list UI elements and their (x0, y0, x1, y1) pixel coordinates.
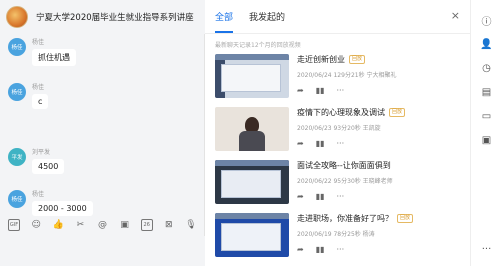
sender-name: 杨佳 (32, 39, 45, 46)
member-icon[interactable]: 👤 (480, 38, 493, 51)
at-icon[interactable]: @ (96, 219, 108, 231)
video-title[interactable]: 面试全攻略--让你面面俱到 (297, 160, 391, 171)
close-icon[interactable]: × (451, 9, 460, 22)
gif-icon[interactable]: GIF (8, 219, 21, 231)
thumbs-up-icon[interactable]: 👍 (52, 219, 64, 231)
chat-title: 宁夏大学2020届毕业生就业指导系列讲座 (36, 13, 194, 23)
chat-message: 杨佳 杨佳 抓住机遇 (8, 38, 76, 66)
emoji-icon[interactable]: ☺ (30, 219, 42, 231)
video-title[interactable]: 走进职场，你准备好了吗？ (297, 213, 393, 224)
share-icon[interactable]: ➦ (297, 139, 304, 148)
list-item[interactable]: 面试全攻略--让你面面俱到 2020/06/22 95分30秒 王晓峰老师 ➦ … (215, 160, 465, 210)
status-badge: 回放 (349, 55, 366, 64)
stats-icon[interactable]: ▮▮ (316, 245, 325, 254)
status-badge: 回放 (389, 108, 406, 117)
tab-bar: 全部 我发起的 (205, 0, 470, 34)
more-icon[interactable]: ··· (337, 86, 345, 95)
right-sidebar: ⓘ 👤 ◷ ▤ ▭ ▣ ··· (470, 0, 500, 266)
group-avatar[interactable] (6, 6, 28, 28)
video-meta: 2020/06/19 78分25秒 杨涛 (297, 231, 375, 238)
message-bubble[interactable]: 4500 (32, 159, 65, 174)
tab-initiated[interactable]: 我发起的 (249, 10, 285, 33)
chat-message: 杨佳 杨佳 c (8, 83, 49, 109)
list-item[interactable]: 走近创新创业 回放 2020/06/24 129分21秒 宁大相聚礼 ➦ ▮▮ ·… (215, 54, 465, 104)
message-input[interactable] (0, 236, 205, 266)
live-icon[interactable]: ▣ (480, 134, 493, 147)
video-thumbnail[interactable] (215, 160, 289, 204)
info-icon[interactable]: ⓘ (480, 14, 493, 28)
avatar[interactable]: 平发 (8, 148, 26, 166)
video-title[interactable]: 走近创新创业 (297, 54, 345, 65)
message-bubble[interactable]: 抓住机遇 (32, 49, 76, 66)
video-meta: 2020/06/24 129分21秒 宁大相聚礼 (297, 72, 397, 79)
sender-name: 刘平发 (32, 149, 51, 156)
video-thumbnail[interactable] (215, 213, 289, 257)
avatar[interactable]: 杨佳 (8, 190, 26, 208)
calendar-icon[interactable]: 26 (140, 219, 153, 231)
notice-text: 最新聊天记录12个月的回放视频 (215, 42, 301, 49)
more-icon[interactable]: ··· (337, 192, 345, 201)
video-title[interactable]: 疫情下的心理现象及调试 (297, 107, 385, 118)
stats-icon[interactable]: ▮▮ (316, 139, 325, 148)
avatar[interactable]: 杨佳 (8, 83, 26, 101)
chat-message: 平发 刘平发 4500 (8, 148, 65, 174)
history-icon[interactable]: ◷ (480, 62, 493, 75)
avatar[interactable]: 杨佳 (8, 38, 26, 56)
comment-icon[interactable]: ▭ (480, 110, 493, 123)
chat-panel: 宁夏大学2020届毕业生就业指导系列讲座 杨佳 杨佳 抓住机遇 杨佳 杨佳 c … (0, 0, 205, 266)
chat-header: 宁夏大学2020届毕业生就业指导系列讲座 (0, 0, 205, 34)
scissors-icon[interactable]: ✂ (74, 219, 86, 231)
stats-icon[interactable]: ▮▮ (316, 192, 325, 201)
list-item[interactable]: 疫情下的心理现象及调试 回放 2020/06/23 93分20秒 王凯旋 ➦ ▮▮… (215, 107, 465, 157)
hongbao-icon[interactable]: ⊠ (163, 219, 175, 231)
more-icon[interactable]: ··· (337, 139, 345, 148)
status-badge: 回放 (397, 214, 414, 223)
mic-icon[interactable]: 🎙 (185, 219, 197, 231)
video-meta: 2020/06/23 93分20秒 王凯旋 (297, 125, 381, 132)
share-icon[interactable]: ➦ (297, 192, 304, 201)
tab-all[interactable]: 全部 (215, 10, 234, 33)
more-icon[interactable]: ··· (337, 245, 345, 254)
document-icon[interactable]: ▤ (480, 86, 493, 99)
chat-message: 杨佳 杨佳 2000 - 3000 (8, 190, 93, 216)
stats-icon[interactable]: ▮▮ (316, 86, 325, 95)
sender-name: 杨佳 (32, 84, 45, 91)
video-meta: 2020/06/22 95分30秒 王晓峰老师 (297, 178, 393, 185)
share-icon[interactable]: ➦ (297, 245, 304, 254)
more-icon[interactable]: ··· (480, 243, 493, 256)
list-item[interactable]: 走进职场，你准备好了吗？ 回放 2020/06/19 78分25秒 杨涛 ➦ ▮▮… (215, 213, 465, 263)
image-icon[interactable]: ▣ (119, 219, 131, 231)
message-bubble[interactable]: c (32, 94, 49, 109)
playback-panel: 全部 我发起的 × 最新聊天记录12个月的回放视频 走近创新创业 回放 2020/… (205, 0, 470, 266)
video-thumbnail[interactable] (215, 107, 289, 151)
video-thumbnail[interactable] (215, 54, 289, 98)
sender-name: 杨佳 (32, 191, 45, 198)
chat-toolbar: GIF ☺ 👍 ✂ @ ▣ 26 ⊠ 🎙 (0, 214, 205, 236)
share-icon[interactable]: ➦ (297, 86, 304, 95)
